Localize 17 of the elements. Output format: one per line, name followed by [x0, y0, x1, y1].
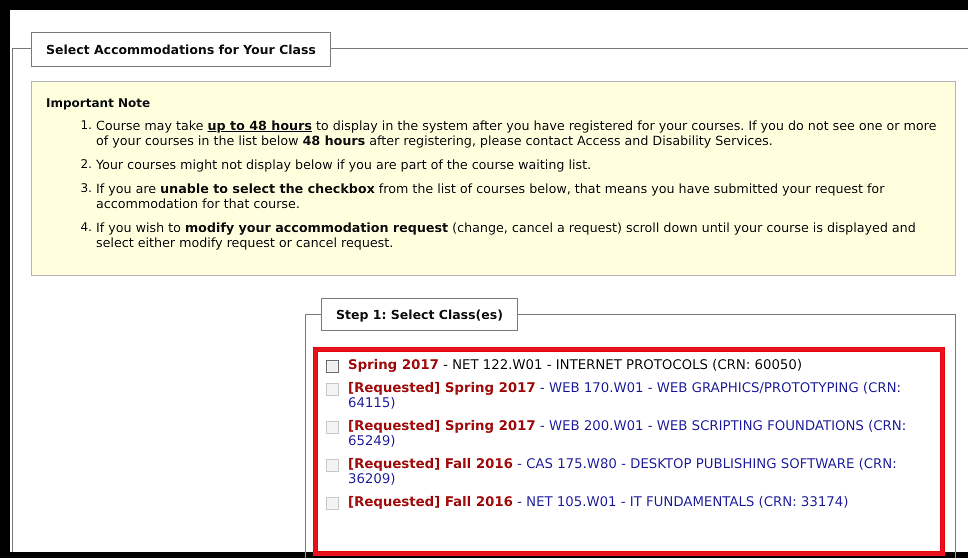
list-number: 1. — [80, 118, 92, 134]
note-title: Important Note — [46, 96, 152, 110]
course-label: Spring 2017 - NET 122.W01 - INTERNET PROTOCOLS (CRN: 60050) — [348, 358, 802, 373]
list-number: 4. — [80, 220, 92, 236]
note-text: Your courses might not display below if you are part of the course waiting list. — [96, 157, 592, 172]
note-text: If you are unable to select the checkbox from the list of courses below, that means you have submitted your request for accommodation for that course. — [96, 181, 886, 211]
list-number: 2. — [80, 157, 92, 172]
course-label: [Requested] Fall 2016 - NET 105.W01 - IT FUNDAMENTALS (CRN: 33174) — [348, 495, 848, 510]
list-number: 3. — [80, 181, 92, 197]
note-text: Course may take up to 48 hours to display in the system after you have registered for your courses. If you do not see one or more of your courses in the list below 48 hours after registering, please contact Access and Disability Services. — [96, 118, 938, 148]
course-label: [Requested] Spring 2017 - WEB 200.W01 - WEB SCRIPTING FOUNDATIONS (CRN: 65249) — [348, 419, 908, 449]
course-label: [Requested] Spring 2017 - WEB 170.W01 - WEB GRAPHICS/PROTOTYPING (CRN: 64115) — [348, 381, 902, 411]
course-checkbox[interactable] — [326, 360, 339, 373]
step-legend: Step 1: Select Class(es) — [321, 298, 518, 331]
course-label: [Requested] Fall 2016 - CAS 175.W80 - DESKTOP PUBLISHING SOFTWARE (CRN: 36209) — [348, 457, 898, 487]
section-legend: Select Accommodations for Your Class — [31, 32, 331, 67]
note-text: If you wish to modify your accommodation request (change, cancel a request) scroll down until your course is displayed and select either modify request or cancel request. — [96, 220, 917, 250]
